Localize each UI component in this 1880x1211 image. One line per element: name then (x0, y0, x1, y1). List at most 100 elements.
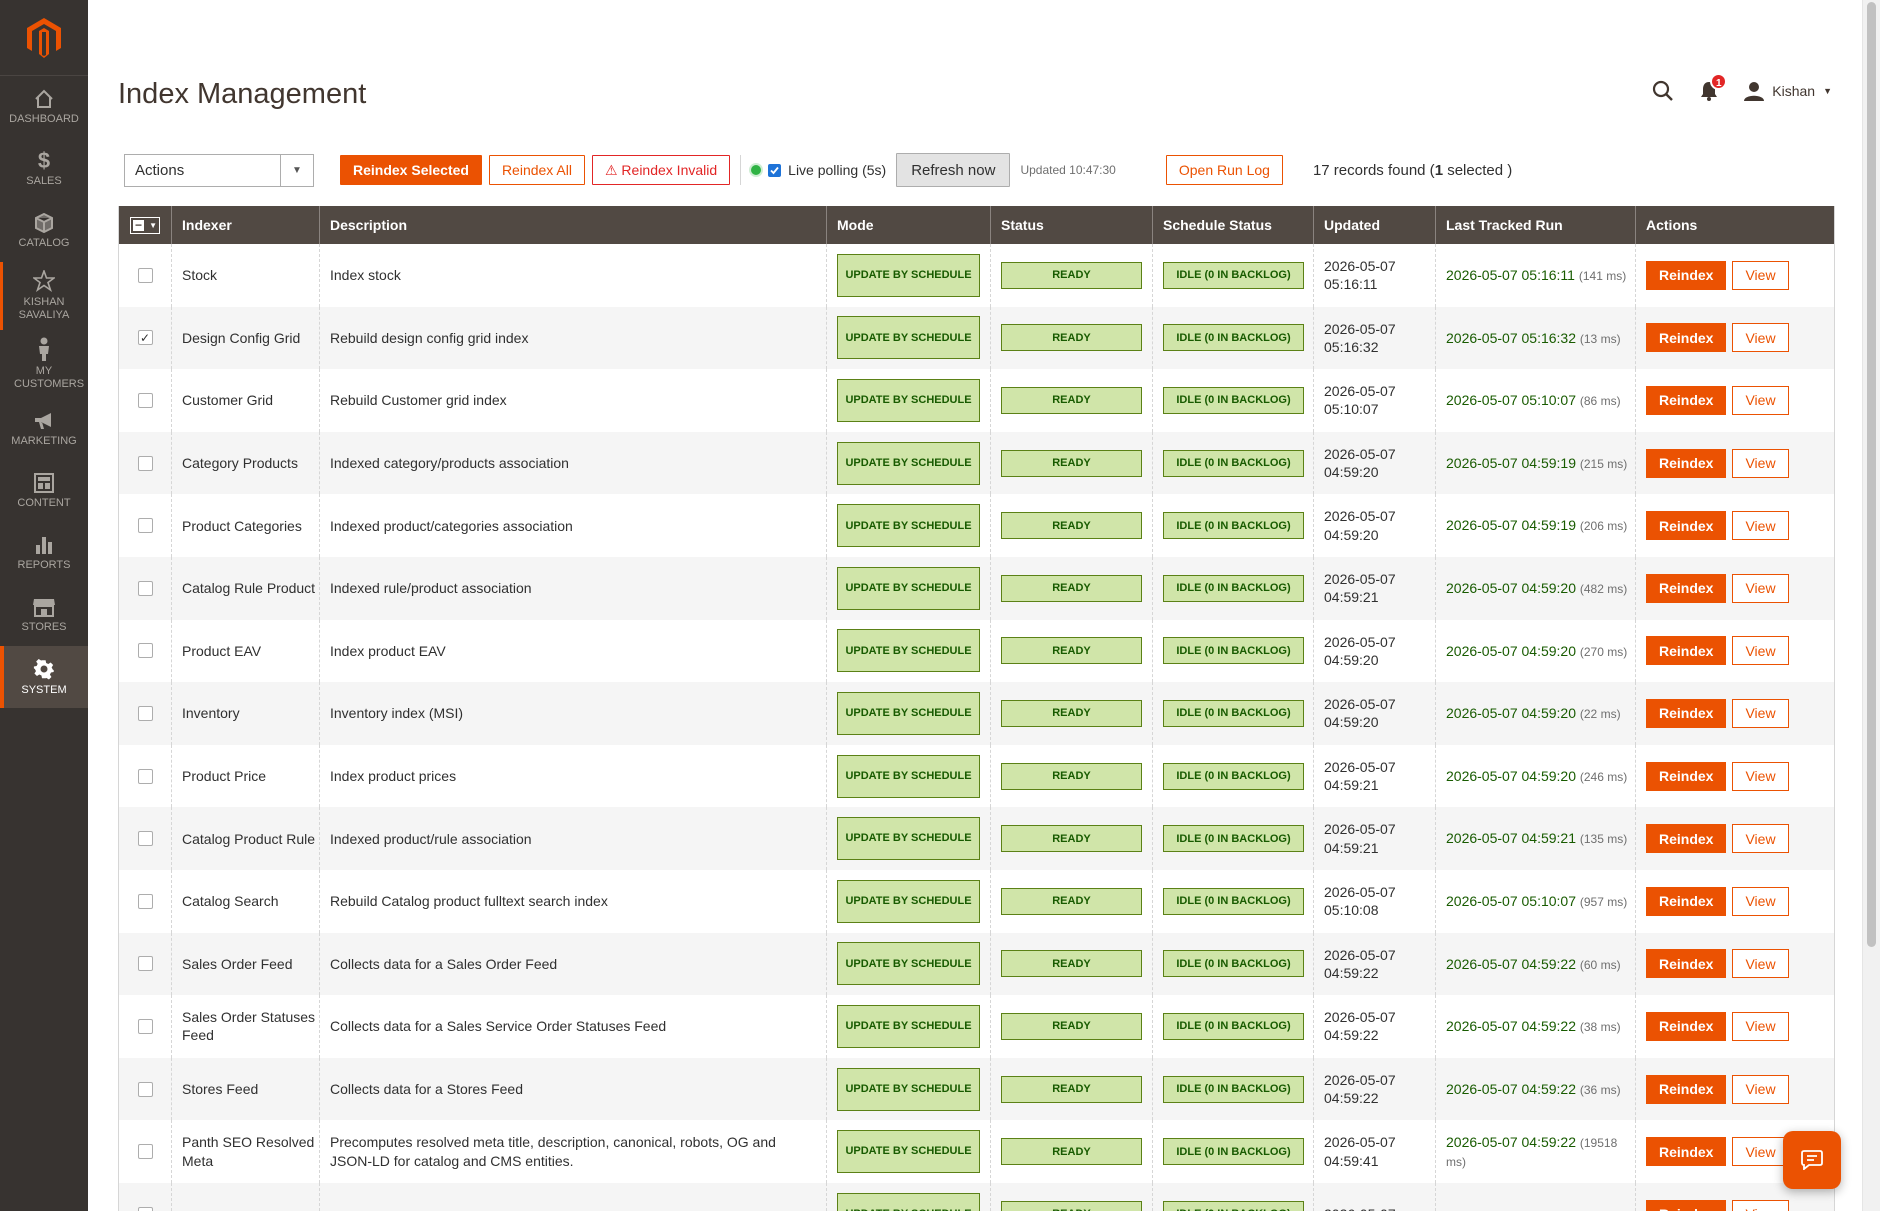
row-select-checkbox[interactable] (137, 455, 153, 471)
sidebar-item-stores[interactable]: STORES (0, 584, 88, 646)
sidebar-item-marketing[interactable]: MARKETING (0, 398, 88, 460)
row-select-checkbox[interactable] (137, 1144, 153, 1160)
notifications-button[interactable]: 1 (1700, 73, 1728, 101)
row-select-checkbox[interactable] (137, 768, 153, 784)
row-view-button[interactable]: View (1732, 886, 1789, 916)
row-reindex-button[interactable]: Reindex (1646, 573, 1727, 603)
row-select-checkbox[interactable] (137, 705, 153, 721)
row-select-checkbox[interactable] (137, 518, 153, 534)
row-select-checkbox[interactable] (137, 1081, 153, 1097)
row-select-checkbox[interactable] (137, 267, 153, 283)
row-view-button[interactable]: View (1732, 1011, 1789, 1041)
row-reindex-button[interactable]: Reindex (1646, 1011, 1727, 1041)
row-select-checkbox[interactable] (137, 1206, 153, 1211)
chat-button[interactable] (1783, 1131, 1841, 1189)
row-select-checkbox[interactable] (137, 831, 153, 847)
row-select-checkbox[interactable]: ✓ (137, 330, 153, 346)
row-view-button[interactable]: View (1732, 448, 1789, 478)
last-tracked-run-cell: 2026-05-07 04:59:20 (22 ms) (1436, 682, 1636, 745)
sidebar-item-reports[interactable]: REPORTS (0, 522, 88, 584)
row-reindex-button[interactable]: Reindex (1646, 448, 1727, 478)
status-cell: READY (991, 431, 1153, 495)
page-scrollbar[interactable] (1862, 0, 1880, 1211)
status-cell: READY (991, 369, 1153, 432)
sidebar-item-content[interactable]: CONTENT (0, 460, 88, 522)
admin-sidebar: DASHBOARD $ SALES CATALOG KISHAN SAVALIY… (0, 0, 88, 1211)
column-header-schedule-status[interactable]: Schedule Status (1153, 206, 1314, 244)
notification-count-badge: 1 (1710, 73, 1728, 90)
row-actions-cell: ReindexView (1636, 369, 1834, 432)
table-row: Product EAV Index product EAV UPDATE BY SC… (119, 619, 1834, 683)
mode-cell: UPDATE BY SCHEDULE (827, 1120, 991, 1183)
row-select-checkbox[interactable] (137, 893, 153, 909)
open-run-log-button[interactable]: Open Run Log (1165, 155, 1283, 185)
scrollbar-thumb[interactable] (1867, 2, 1876, 947)
row-view-button[interactable]: View (1732, 260, 1789, 290)
status-badge: READY (1001, 386, 1142, 414)
live-polling-toggle[interactable]: Live polling (5s) (751, 162, 886, 178)
last-run-time: 2026-05-07 05:10:07 (1446, 392, 1576, 409)
sidebar-item-catalog[interactable]: CATALOG (0, 200, 88, 262)
sidebar-item-system[interactable]: SYSTEM (0, 646, 88, 708)
live-polling-checkbox[interactable] (768, 163, 782, 177)
row-reindex-button[interactable]: Reindex (1646, 1074, 1727, 1104)
row-view-button[interactable]: View (1732, 323, 1789, 353)
magento-logo[interactable] (0, 0, 88, 76)
mass-select-control[interactable]: − ▼ (130, 216, 160, 234)
row-reindex-button[interactable]: Reindex (1646, 260, 1727, 290)
mass-select-header[interactable]: − ▼ (119, 206, 172, 244)
row-view-button[interactable]: View (1732, 761, 1789, 791)
global-search-button[interactable] (1652, 80, 1674, 102)
sidebar-item-my-customers[interactable]: MY CUSTOMERS (0, 330, 88, 398)
user-account-menu[interactable]: Kishan ▼ (1744, 81, 1832, 101)
column-header-indexer[interactable]: Indexer (172, 206, 320, 244)
row-reindex-button[interactable]: Reindex (1646, 511, 1727, 541)
row-reindex-button[interactable]: Reindex (1646, 698, 1727, 728)
row-select-checkbox[interactable] (137, 392, 153, 408)
chevron-down-icon: ▼ (149, 220, 157, 230)
row-reindex-button[interactable]: Reindex (1646, 886, 1727, 916)
row-select-checkbox[interactable] (137, 643, 153, 659)
updated-cell: 2026-05-07 04:59:20 (1314, 682, 1436, 745)
row-view-button[interactable]: View (1732, 511, 1789, 541)
row-reindex-button[interactable]: Reindex (1646, 385, 1727, 415)
row-actions-cell: ReindexView (1636, 307, 1834, 370)
row-reindex-button[interactable]: Reindex (1646, 1199, 1727, 1211)
sidebar-item-kishan-savaliya[interactable]: KISHAN SAVALIYA (0, 262, 88, 330)
table-row: Panth SEO Resolved Meta Precomputes resol… (119, 1120, 1834, 1183)
row-view-button[interactable]: View (1732, 1137, 1789, 1167)
row-view-button[interactable]: View (1732, 824, 1789, 854)
sidebar-item-dashboard[interactable]: DASHBOARD (0, 76, 88, 138)
mode-badge: UPDATE BY SCHEDULE (837, 754, 980, 798)
column-header-description[interactable]: Description (320, 206, 827, 244)
mass-select-checkbox[interactable]: − (133, 219, 144, 231)
refresh-now-button[interactable]: Refresh now (896, 153, 1011, 187)
row-view-button[interactable]: View (1732, 573, 1789, 603)
column-header-mode[interactable]: Mode (827, 206, 991, 244)
column-header-updated[interactable]: Updated (1314, 206, 1436, 244)
row-select-checkbox[interactable] (137, 1018, 153, 1034)
row-actions-cell: ReindexView (1636, 620, 1834, 683)
row-reindex-button[interactable]: Reindex (1646, 761, 1727, 791)
row-select-checkbox[interactable] (137, 580, 153, 596)
search-icon (1653, 80, 1674, 101)
row-view-button[interactable]: View (1732, 1199, 1789, 1211)
row-select-checkbox[interactable] (137, 956, 153, 972)
row-reindex-button[interactable]: Reindex (1646, 323, 1727, 353)
row-reindex-button[interactable]: Reindex (1646, 949, 1727, 979)
row-reindex-button[interactable]: Reindex (1646, 636, 1727, 666)
row-reindex-button[interactable]: Reindex (1646, 824, 1727, 854)
row-reindex-button[interactable]: Reindex (1646, 1137, 1727, 1167)
sidebar-item-sales[interactable]: $ SALES (0, 138, 88, 200)
column-header-status[interactable]: Status (991, 206, 1153, 244)
row-view-button[interactable]: View (1732, 636, 1789, 666)
row-view-button[interactable]: View (1732, 1074, 1789, 1104)
row-view-button[interactable]: View (1732, 698, 1789, 728)
row-view-button[interactable]: View (1732, 385, 1789, 415)
reindex-invalid-button[interactable]: ⚠ Reindex Invalid (591, 155, 731, 185)
row-view-button[interactable]: View (1732, 949, 1789, 979)
mass-actions-select[interactable]: Actions ▼ (124, 153, 314, 187)
column-header-last-tracked-run[interactable]: Last Tracked Run (1436, 206, 1636, 244)
reindex-selected-button[interactable]: Reindex Selected (340, 155, 482, 185)
reindex-all-button[interactable]: Reindex All (488, 155, 585, 185)
